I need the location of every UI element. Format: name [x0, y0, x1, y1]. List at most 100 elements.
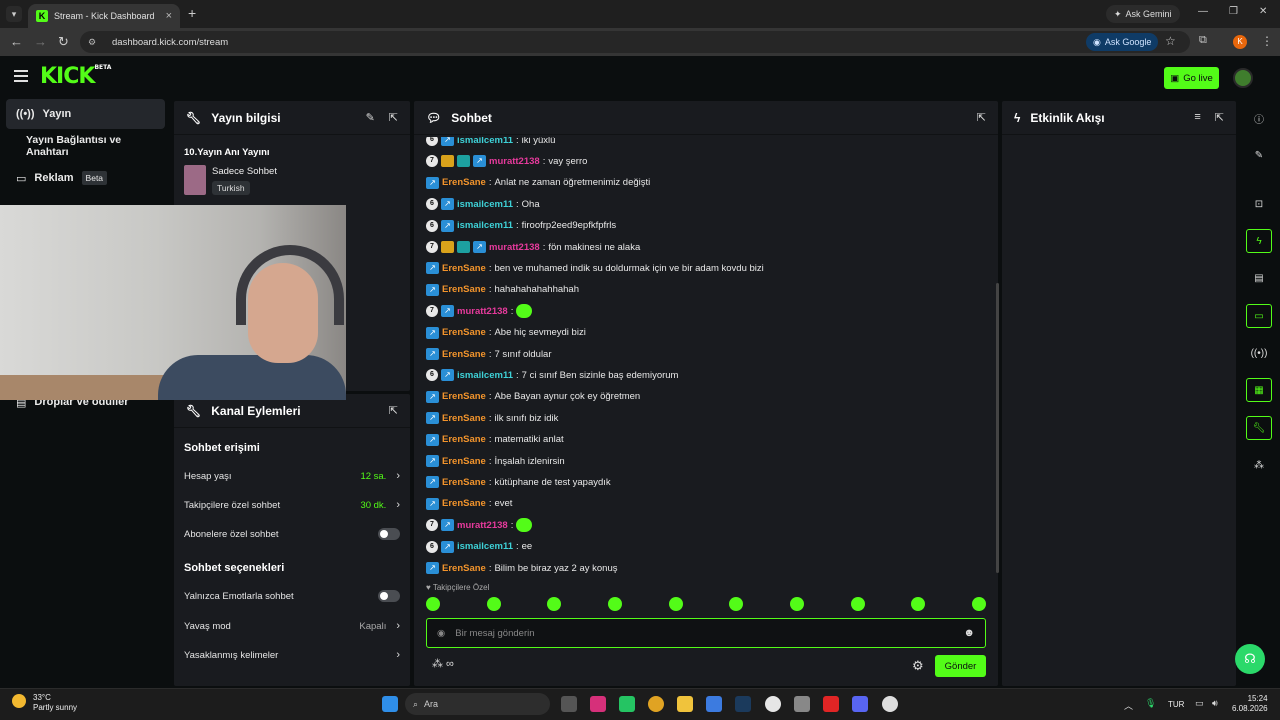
new-tab-icon[interactable]: +: [188, 5, 196, 21]
send-button[interactable]: Gönder: [935, 655, 986, 677]
volume-icon[interactable]: 🔊︎: [1212, 698, 1218, 709]
minimize-icon[interactable]: —: [1198, 6, 1208, 17]
bookmark-star-icon[interactable]: ☆: [1165, 34, 1176, 48]
chat-username[interactable]: ErenSane: [442, 327, 486, 338]
info-icon[interactable]: ⓘ: [1246, 106, 1272, 130]
chat-message[interactable]: ↗ ErenSane: evet: [426, 495, 512, 513]
chatgpt-icon[interactable]: [765, 696, 781, 712]
chat-username[interactable]: ErenSane: [442, 413, 486, 424]
steam-icon[interactable]: [735, 696, 751, 712]
user-avatar[interactable]: [1233, 68, 1253, 88]
close-tab-icon[interactable]: ×: [166, 10, 172, 22]
chat-message[interactable]: ↗ ErenSane: kütüphane de test yapaydık: [426, 473, 611, 491]
camera-icon[interactable]: [794, 696, 810, 712]
chat-bubble-icon[interactable]: ▭: [1246, 304, 1272, 328]
chat-message[interactable]: 6 ↗ ismailcem11: iki yüxlü: [426, 137, 555, 149]
profile-avatar[interactable]: K: [1233, 35, 1247, 49]
chat-username[interactable]: ismailcem11: [457, 137, 513, 146]
chat-message[interactable]: 6 ↗ ismailcem11: Oha: [426, 195, 540, 213]
chat-username[interactable]: ErenSane: [442, 284, 486, 295]
layout-icon[interactable]: ▦: [1246, 378, 1272, 402]
wrench-icon[interactable]: 🔧︎: [1246, 416, 1272, 440]
pen-icon[interactable]: ✎: [1246, 143, 1272, 167]
menu-icon[interactable]: [14, 70, 28, 82]
url-field[interactable]: ⚙ dashboard.kick.com/stream: [80, 31, 1190, 53]
site-info-icon[interactable]: ⚙: [88, 37, 102, 48]
chat-message[interactable]: ↗ ErenSane:7 sınıf oldular: [426, 345, 552, 363]
emote-icon[interactable]: [911, 597, 926, 611]
chat-settings-icon[interactable]: ⚙: [912, 658, 924, 674]
reload-icon[interactable]: ↻: [58, 34, 69, 50]
more-apps-icon[interactable]: ⁂: [1246, 453, 1272, 477]
document-icon[interactable]: ▤: [1246, 266, 1272, 290]
chat-message[interactable]: 6 ↗ ismailcem11:7 ci sınıf Ben sizinle baş…: [426, 366, 678, 384]
back-icon[interactable]: ←: [10, 34, 23, 49]
account-age-row[interactable]: Hesap yaşı 12 sa. ›: [184, 470, 400, 482]
windows-start-icon[interactable]: [382, 696, 398, 712]
chat-message[interactable]: ↗ ErenSane: Abe hiç sevmeydi bizi: [426, 324, 586, 342]
chat-username[interactable]: muratt2138: [489, 156, 540, 167]
chat-username[interactable]: ismailcem11: [457, 370, 513, 381]
popout-icon[interactable]: ⇱: [1215, 111, 1224, 124]
browser-tab[interactable]: K Stream - Kick Dashboard ×: [28, 4, 180, 28]
chat-message[interactable]: 7 ↗ muratt2138:: [426, 302, 533, 320]
chat-username[interactable]: ismailcem11: [457, 199, 513, 210]
chat-messages[interactable]: 6 ↗ ismailcem11: iki yüxlü 7 ↗ muratt2138: vay …: [414, 137, 984, 577]
chat-scrollbar[interactable]: [996, 283, 999, 573]
capture-icon[interactable]: ⊡: [1246, 192, 1272, 216]
filter-icon[interactable]: ≡: [1194, 111, 1200, 124]
chrome-icon[interactable]: [648, 696, 664, 712]
emote-icon[interactable]: [607, 597, 622, 611]
maximize-icon[interactable]: ❐: [1229, 6, 1238, 17]
chat-username[interactable]: ismailcem11: [457, 541, 513, 552]
emote-icon[interactable]: [486, 597, 501, 611]
store-icon[interactable]: [706, 696, 722, 712]
edit-icon[interactable]: ✎: [366, 111, 375, 124]
subscribers-only-toggle[interactable]: [378, 528, 400, 540]
chat-message[interactable]: ↗ ErenSane: Abe Bayan aynur çok ey öğretme…: [426, 388, 640, 406]
obs-icon[interactable]: [882, 696, 898, 712]
close-window-icon[interactable]: ✕: [1259, 6, 1267, 17]
chat-username[interactable]: ismailcem11: [457, 220, 513, 231]
emoji-picker-icon[interactable]: ☻: [963, 627, 975, 639]
chat-username[interactable]: ErenSane: [442, 263, 486, 274]
instagram-icon[interactable]: [590, 696, 606, 712]
chat-message[interactable]: 7 ↗ muratt2138:: [426, 516, 533, 534]
emote-icon[interactable]: [789, 597, 804, 611]
sidebar-item-stream-key[interactable]: Yayın Bağlantısı ve Anahtarı: [6, 131, 165, 161]
discord-icon[interactable]: [852, 696, 868, 712]
browser-menu-icon[interactable]: ⋮: [1261, 34, 1273, 48]
language-indicator[interactable]: TUR: [1168, 700, 1184, 709]
points-icon[interactable]: ⁂ ∞: [432, 657, 454, 670]
tab-search-icon[interactable]: ▾: [6, 6, 22, 22]
chat-username[interactable]: ErenSane: [442, 434, 486, 445]
chat-message[interactable]: 6 ↗ ismailcem11: ee: [426, 538, 532, 556]
chat-message[interactable]: ↗ ErenSane: hahahahahahhahah: [426, 281, 579, 299]
emote-icon[interactable]: [426, 597, 440, 611]
chat-username[interactable]: ErenSane: [442, 563, 486, 574]
slow-mode-row[interactable]: Yavaş mod Kapalı ›: [184, 620, 400, 632]
popout-icon[interactable]: ⇱: [389, 111, 398, 124]
extensions-icon[interactable]: ⧉: [1199, 34, 1207, 47]
tray-chevron-icon[interactable]: ︿: [1124, 699, 1133, 712]
chat-message[interactable]: 7 ↗ muratt2138: vay şerro: [426, 152, 587, 170]
followers-only-row[interactable]: Takipçilere özel sohbet 30 dk. ›: [184, 499, 400, 511]
chat-username[interactable]: ErenSane: [442, 349, 486, 360]
emote-icon[interactable]: [971, 597, 986, 611]
clock[interactable]: 15:24 6.08.2026: [1232, 694, 1268, 714]
emote-icon[interactable]: [850, 597, 865, 611]
banned-words-row[interactable]: Yasaklanmış kelimeler ›: [184, 649, 400, 661]
chat-username[interactable]: muratt2138: [489, 242, 540, 253]
whatsapp-icon[interactable]: [619, 696, 635, 712]
file-explorer-icon[interactable]: [677, 696, 693, 712]
youtube-icon[interactable]: [823, 696, 839, 712]
chat-username[interactable]: ErenSane: [442, 391, 486, 402]
chat-message[interactable]: ↗ ErenSane: ben ve muhamed indik su doldur…: [426, 259, 764, 277]
emote-only-toggle[interactable]: [378, 590, 400, 602]
task-view-icon[interactable]: [561, 696, 577, 712]
emote-icon[interactable]: [668, 597, 683, 611]
weather-widget[interactable]: 33°C Partly sunny: [33, 693, 77, 713]
forward-icon[interactable]: →: [34, 34, 47, 49]
emote-icon[interactable]: [547, 597, 562, 611]
chat-message[interactable]: ↗ ErenSane: Bilim be biraz yaz 2 ay konuş: [426, 559, 618, 577]
